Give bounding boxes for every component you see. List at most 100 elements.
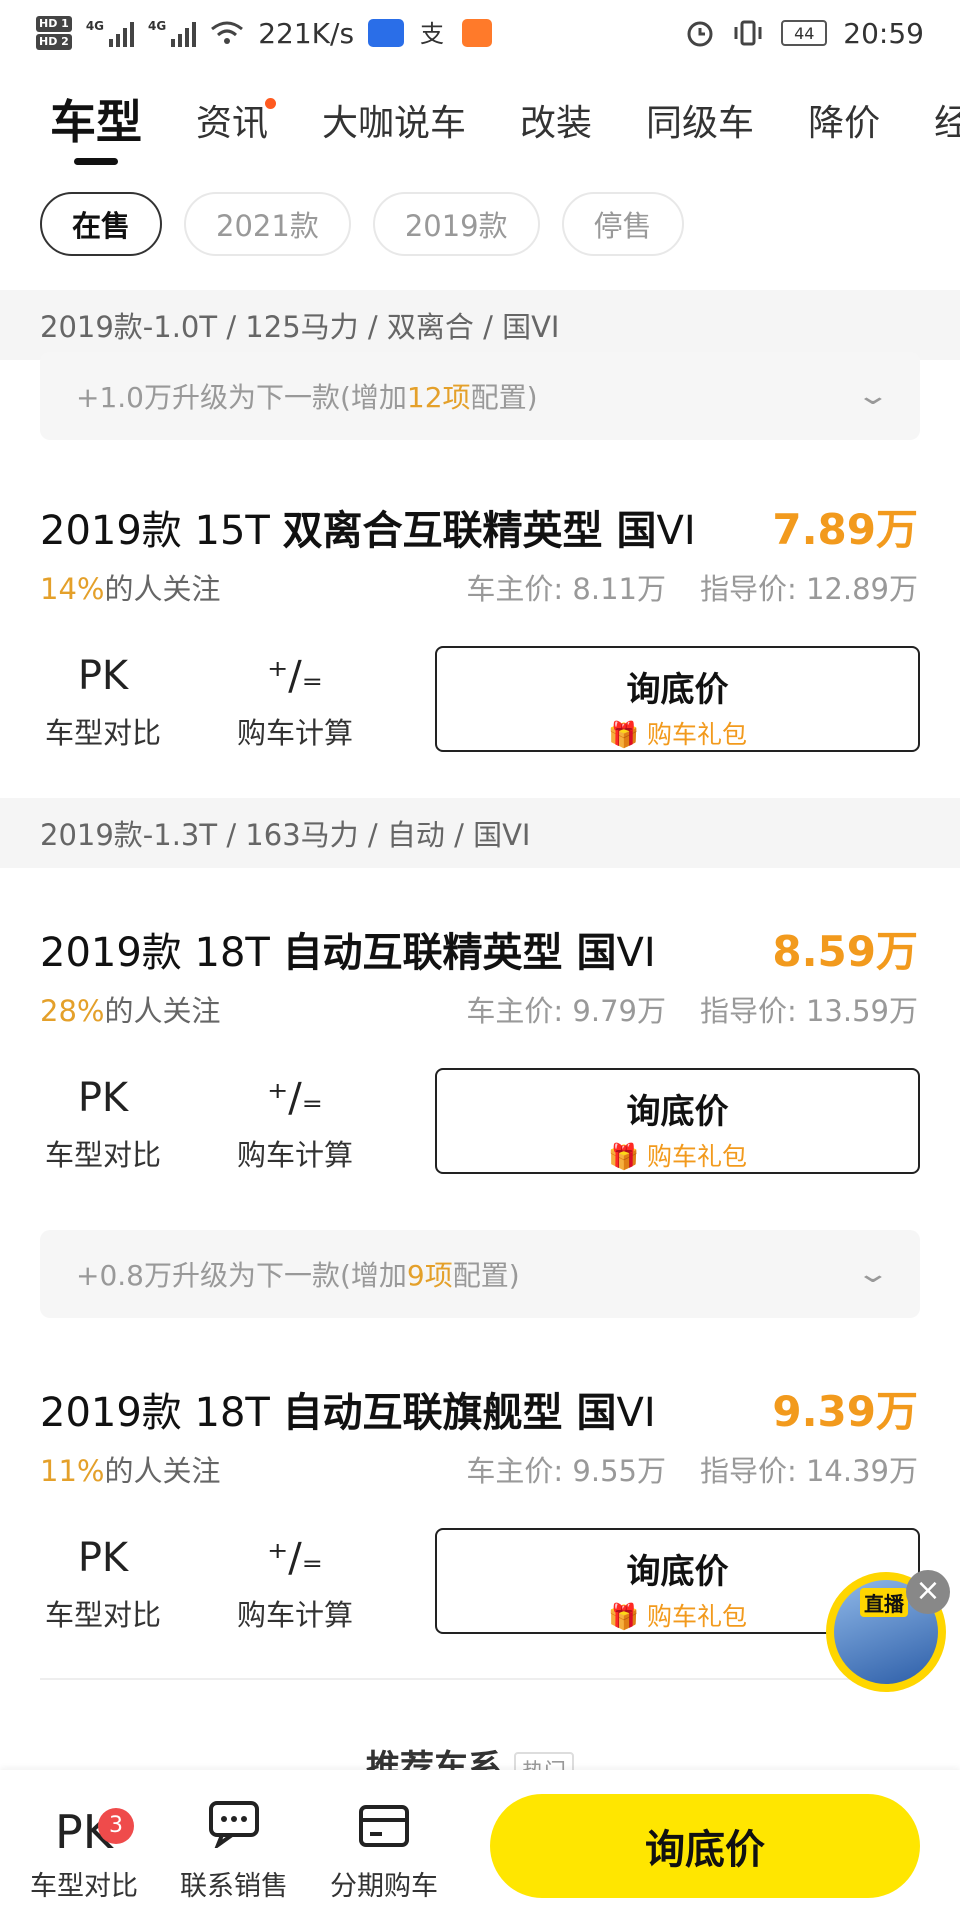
upgrade-prefix: +1.0万升级为下一款(增加: [76, 381, 407, 414]
guide-price: 指导价: 12.89万: [699, 572, 918, 606]
reference-prices: 车主价: 9.79万 指导价: 13.59万: [466, 988, 918, 1030]
upgrade-banner[interactable]: +0.8万升级为下一款(增加 9项 配置) ⌄: [40, 1230, 920, 1318]
autohome-app-icon: [368, 19, 405, 47]
vibrate-icon: [734, 20, 762, 46]
compare-button[interactable]: PK 车型对比: [38, 1070, 168, 1174]
attention-text: 的人关注: [104, 572, 221, 606]
svg-text:支: 支: [420, 20, 444, 48]
filter-2021[interactable]: 2021款: [184, 192, 351, 256]
compare-count-badge: 3: [98, 1808, 134, 1844]
upgrade-suffix: 配置): [452, 1259, 520, 1292]
model-title[interactable]: 2019款 18T 自动互联旗舰型 国VI: [40, 1380, 656, 1438]
pk-icon: PK: [77, 653, 129, 699]
attention-text: 的人关注: [104, 994, 221, 1028]
bottom-compare-button[interactable]: PK 车型对比 3: [14, 1800, 154, 1903]
model-name: 双离合互联精英型 国: [282, 508, 657, 554]
ask-price-button[interactable]: 询底价 🎁 购车礼包: [435, 646, 920, 752]
model-year: 2019款 18T: [40, 1390, 270, 1436]
spec-group-header: 2019款-1.3T / 163马力 / 自动 / 国VI: [0, 798, 960, 868]
attention-rate: 28%的人关注: [40, 988, 220, 1030]
loan-calculator-button[interactable]: ⁺∕₌ 购车计算: [230, 1070, 360, 1174]
gift-label: 购车礼包: [647, 720, 748, 749]
guide-price: 指导价: 14.39万: [699, 1454, 918, 1488]
tab-expert-reviews[interactable]: 大咖说车: [322, 86, 466, 146]
network-type: 4G: [85, 19, 105, 33]
filter-2019[interactable]: 2019款: [372, 192, 540, 256]
installment-label: 分期购车: [330, 1871, 438, 1902]
close-icon[interactable]: ×: [906, 1570, 950, 1614]
video-app-icon: [462, 19, 493, 47]
model-name: 自动互联精英型 国: [282, 930, 617, 976]
gift-label: 购车礼包: [647, 1142, 748, 1171]
reference-prices: 车主价: 8.11万 指导价: 12.89万: [466, 566, 918, 608]
tab-same-class[interactable]: 同级车: [646, 86, 754, 146]
attention-rate: 14%的人关注: [40, 566, 220, 608]
gift-label: 购车礼包: [647, 1602, 748, 1631]
installment-button[interactable]: 分期购车: [314, 1800, 454, 1903]
tab-modification[interactable]: 改装: [520, 86, 592, 146]
tab-news-label: 资讯: [196, 103, 269, 144]
gift-package: 🎁 购车礼包: [437, 715, 918, 751]
model-title[interactable]: 2019款 18T 自动互联精英型 国VI: [40, 920, 656, 978]
network-speed: 221K/s: [258, 16, 355, 50]
tab-price-drop[interactable]: 降价: [808, 86, 880, 146]
chevron-down-icon: ⌄: [855, 1259, 891, 1289]
ask-price-button[interactable]: 询底价 🎁 购车礼包: [435, 1068, 920, 1174]
attention-pct: 28%: [40, 994, 105, 1028]
ask-price-label: 询底价: [626, 1092, 729, 1132]
upgrade-count: 9项: [406, 1259, 453, 1292]
reference-prices: 车主价: 9.55万 指导价: 14.39万: [466, 1448, 918, 1490]
pk-icon: PK: [77, 1535, 129, 1581]
model-emission: VI: [656, 508, 696, 554]
compare-button[interactable]: PK 车型对比: [38, 1530, 168, 1634]
tab-more[interactable]: 经: [934, 86, 960, 146]
gift-package: 🎁 购车礼包: [437, 1137, 918, 1173]
owner-price: 车主价: 9.55万: [466, 1454, 666, 1488]
loan-calculator-button[interactable]: ⁺∕₌ 购车计算: [230, 1530, 360, 1634]
live-label: 直播: [860, 1588, 908, 1617]
guide-price: 指导价: 13.59万: [699, 994, 918, 1028]
battery-icon: 44: [781, 20, 828, 46]
filter-discontinued[interactable]: 停售: [561, 192, 684, 256]
attention-rate: 11%的人关注: [40, 1448, 220, 1490]
tab-models[interactable]: 车型: [50, 86, 142, 165]
calculator-label: 购车计算: [236, 716, 353, 750]
tab-bar: 车型 资讯 大咖说车 改装 同级车 降价 经: [0, 86, 960, 166]
unread-dot: [265, 98, 277, 109]
model-name: 自动互联旗舰型 国: [282, 1390, 617, 1436]
loan-calculator-button[interactable]: ⁺∕₌ 购车计算: [230, 648, 360, 752]
model-title[interactable]: 2019款 15T 双离合互联精英型 国VI: [40, 498, 696, 556]
chevron-down-icon: ⌄: [855, 381, 891, 411]
chat-icon: [164, 1800, 304, 1864]
model-emission: VI: [616, 1390, 656, 1436]
model-emission: VI: [616, 930, 656, 976]
bottom-compare-label: 车型对比: [30, 1871, 138, 1902]
model-year: 2019款 15T: [40, 508, 270, 554]
ask-lowest-price-cta[interactable]: 询底价: [490, 1794, 920, 1898]
calculator-icon: ⁺∕₌: [267, 1075, 323, 1121]
gift-icon: 🎁: [607, 1142, 640, 1171]
signal-icon: 4G: [148, 19, 197, 47]
owner-price: 车主价: 8.11万: [466, 572, 666, 606]
compare-button[interactable]: PK 车型对比: [38, 648, 168, 752]
wifi-icon: [211, 21, 244, 44]
pk-icon: PK: [55, 1805, 113, 1859]
card-icon: [314, 1800, 454, 1864]
alarm-icon: [687, 21, 713, 47]
attention-pct: 14%: [40, 572, 105, 606]
status-bar: HD 1 HD 2 4G 4G 221K/s 支 44 20:59: [0, 0, 960, 66]
upgrade-banner[interactable]: +1.0万升级为下一款(增加 12项 配置) ⌄: [40, 352, 920, 440]
calculator-icon: ⁺∕₌: [267, 1535, 323, 1581]
hd1-label: HD 1: [36, 16, 72, 32]
attention-pct: 11%: [40, 1454, 105, 1488]
calculator-icon: ⁺∕₌: [267, 653, 323, 699]
model-year: 2019款 18T: [40, 930, 270, 976]
tab-news[interactable]: 资讯: [196, 86, 277, 146]
hd2-label: HD 2: [36, 34, 72, 50]
contact-sales-label: 联系销售: [180, 1871, 288, 1902]
pk-icon: PK: [77, 1075, 129, 1121]
hd-indicator: HD 1 HD 2: [36, 16, 72, 50]
filter-on-sale[interactable]: 在售: [40, 192, 163, 256]
contact-sales-button[interactable]: 联系销售: [164, 1800, 304, 1903]
bottom-action-bar: PK 车型对比 3 联系销售 分期购车 询底价: [0, 1770, 960, 1920]
